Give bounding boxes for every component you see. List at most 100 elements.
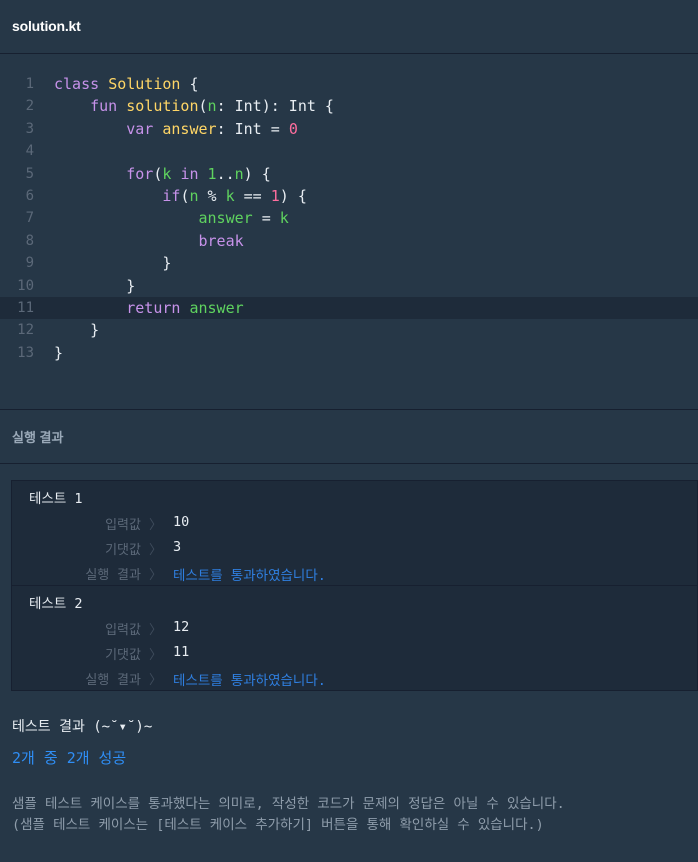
code-token: 0 (288, 119, 298, 138)
code-token: } (54, 276, 136, 295)
line-code[interactable]: class Solution { (54, 73, 199, 95)
code-token: 1 (270, 186, 280, 205)
line-code[interactable]: } (54, 275, 135, 297)
code-token: { (180, 75, 199, 93)
code-token: == (234, 186, 271, 205)
code-token: n (234, 164, 244, 183)
code-token: n (189, 186, 199, 205)
code-line[interactable]: 12 } (0, 319, 698, 341)
arrow-right-icon: 〉 (148, 648, 162, 663)
editor-tab-bar: solution.kt (0, 0, 698, 54)
code-line[interactable]: 7 answer = k (0, 207, 698, 229)
code-line[interactable]: 13} (0, 342, 698, 364)
code-token: answer (162, 119, 217, 138)
line-number: 7 (25, 210, 34, 227)
result-header: 실행 결과 (0, 410, 698, 464)
notice-text: 샘플 테스트 케이스를 통과했다는 의미로, 작성한 코드가 문제의 정답은 아… (12, 794, 565, 836)
code-line[interactable]: 4 (0, 140, 698, 162)
expected-label: 기댓값 〉 (105, 543, 162, 558)
line-number: 4 (25, 143, 34, 160)
code-line[interactable]: 6 if(n % k == 1) { (0, 185, 698, 207)
code-token: k (279, 209, 289, 228)
arrow-right-icon: 〉 (148, 518, 162, 533)
code-editor[interactable]: 1 class Solution {2 fun solution(n: Int):… (0, 54, 698, 410)
line-code[interactable]: break (54, 230, 244, 252)
code-lines[interactable]: 1 class Solution {2 fun solution(n: Int):… (0, 73, 698, 364)
code-line[interactable]: 1 class Solution { (0, 73, 698, 95)
expected-value: 11 (173, 644, 190, 660)
code-token: return (126, 298, 181, 317)
line-code[interactable]: var answer: Int = 0 (54, 118, 298, 140)
code-line[interactable]: 2 fun solution(n: Int): Int { (0, 95, 698, 117)
code-token: .. (216, 164, 235, 183)
line-code[interactable]: return answer (54, 297, 243, 319)
code-line[interactable]: 3 var answer: Int = 0 (0, 118, 698, 140)
line-number: 13 (17, 344, 34, 361)
input-value: 12 (173, 619, 190, 635)
line-code[interactable]: } (54, 342, 63, 364)
input-label: 입력값 〉 (105, 623, 162, 638)
code-line[interactable]: 9 } (0, 252, 698, 274)
line-code[interactable]: answer = k (54, 207, 289, 229)
code-token: for (126, 164, 154, 183)
line-number: 5 (25, 165, 34, 182)
arrow-right-icon: 〉 (148, 673, 162, 688)
code-token: 1 (207, 164, 217, 183)
code-token: ) { (279, 186, 307, 205)
result-value: 테스트를 통과하였습니다. (173, 568, 326, 584)
code-line[interactable]: 10 } (0, 275, 698, 297)
code-token: class (54, 75, 109, 93)
line-code[interactable]: } (54, 319, 99, 341)
code-token: fun (90, 97, 127, 116)
line-number: 6 (25, 187, 34, 204)
code-token: } (54, 254, 172, 273)
code-token: break (198, 231, 244, 250)
code-token: answer (198, 209, 253, 228)
code-token: Solution (108, 75, 181, 93)
arrow-right-icon: 〉 (148, 568, 162, 583)
notice-line-1: 샘플 테스트 케이스를 통과했다는 의미로, 작성한 코드가 문제의 정답은 아… (12, 796, 565, 812)
code-token: : Int): Int { (216, 97, 334, 116)
code-token: in (180, 164, 199, 183)
line-number: 3 (25, 120, 34, 137)
line-code[interactable]: for(k in 1..n) { (54, 163, 271, 185)
line-number: 12 (17, 322, 34, 339)
file-tab-title[interactable]: solution.kt (12, 18, 81, 34)
code-token: k (225, 186, 235, 205)
line-code[interactable]: } (54, 252, 171, 274)
code-token: ) { (243, 164, 271, 183)
code-line[interactable]: 8 break (0, 230, 698, 252)
line-number: 8 (25, 232, 34, 249)
result-value: 테스트를 통과하였습니다. (173, 673, 326, 689)
line-number: 10 (17, 277, 34, 294)
code-token: ( (198, 97, 208, 116)
test-case-title: 테스트 2 (29, 596, 83, 612)
test-summary-title: 테스트 결과 (~˘▾˘)~ (12, 719, 153, 735)
code-line[interactable]: 11 return answer (0, 296, 698, 320)
code-line[interactable]: 5 for(k in 1..n) { (0, 163, 698, 185)
line-number: 1 (25, 76, 34, 92)
input-value: 10 (173, 514, 190, 530)
test-case-1: 테스트 1 입력값 〉 10 기댓값 〉 3 실행 결과 〉 테스트를 통과하였습니다… (11, 480, 698, 586)
result-header-title: 실행 결과 (12, 430, 64, 445)
result-label: 실행 결과 〉 (85, 673, 162, 688)
test-case-2: 테스트 2 입력값 〉 12 기댓값 〉 11 실행 결과 〉 테스트를 통과하였습니… (11, 585, 698, 691)
code-token: : Int = (216, 119, 289, 138)
arrow-right-icon: 〉 (148, 623, 162, 638)
expected-label: 기댓값 〉 (105, 648, 162, 663)
line-number: 2 (25, 98, 34, 115)
line-number: 9 (25, 255, 34, 272)
test-summary-result: 2개 중 2개 성공 (12, 749, 127, 767)
line-code[interactable]: fun solution(n: Int): Int { (54, 95, 334, 117)
arrow-right-icon: 〉 (148, 543, 162, 558)
input-label: 입력값 〉 (105, 518, 162, 533)
expected-value: 3 (173, 539, 182, 555)
line-code[interactable]: if(n % k == 1) { (54, 185, 307, 207)
